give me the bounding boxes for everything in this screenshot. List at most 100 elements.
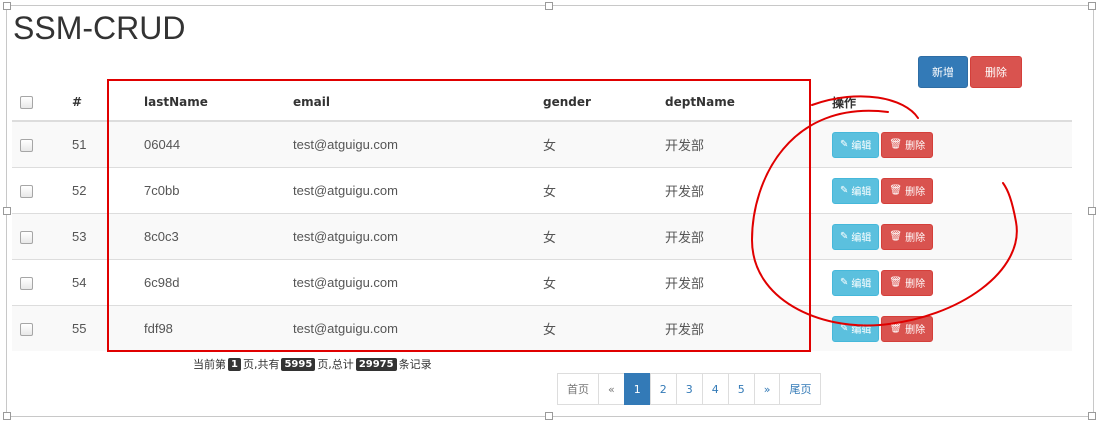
cell-gender: 女 [542,213,664,260]
cell-deptname: 开发部 [664,120,831,168]
pagination-page-3[interactable]: 3 [675,373,703,405]
cell-deptname: 开发部 [664,305,831,351]
cell-id: 54 [71,259,143,306]
remove-button[interactable]: 🗑 删除 [881,223,934,250]
cell-deptname: 开发部 [664,259,831,306]
cell-gender: 女 [542,120,664,168]
page-info: 当前第 1 页,共有 5995 页,总计 29975 条记录 [193,356,432,372]
pencil-icon: ✎ [840,231,849,242]
edit-label: 编辑 [851,141,872,152]
table-row: 55 fdf98 test@atguigu.com 女 开发部 ✎ 编辑 🗑 删除 [12,305,1072,351]
pagination-page-2[interactable]: 2 [649,373,677,405]
table-row: 51 06044 test@atguigu.com 女 开发部 ✎ 编辑 🗑 删除 [12,120,1072,168]
remove-label: 删除 [905,141,926,152]
cell-lastname: 6c98d [143,259,292,306]
cell-gender: 女 [542,167,664,214]
pagination-page-4[interactable]: 4 [701,373,729,405]
cell-deptname: 开发部 [664,213,831,260]
cell-actions: ✎ 编辑 🗑 删除 [831,167,1072,214]
remove-button[interactable]: 🗑 删除 [881,269,934,296]
page-info-suffix: 条记录 [398,358,432,371]
row-checkbox[interactable] [20,139,33,153]
cell-email: test@atguigu.com [292,120,542,168]
table-row: 52 7c0bb test@atguigu.com 女 开发部 ✎ 编辑 🗑 删除 [12,167,1072,214]
trash-icon: 🗑 [889,231,903,242]
cell-email: test@atguigu.com [292,213,542,260]
edit-label: 编辑 [851,233,872,244]
pencil-icon: ✎ [840,277,849,288]
resize-handle[interactable] [3,412,11,420]
remove-button[interactable]: 🗑 删除 [881,315,934,342]
table-row: 53 8c0c3 test@atguigu.com 女 开发部 ✎ 编辑 🗑 删除 [12,213,1072,260]
edit-button[interactable]: ✎ 编辑 [832,315,880,342]
table-row: 54 6c98d test@atguigu.com 女 开发部 ✎ 编辑 🗑 删除 [12,259,1072,306]
page-info-prefix: 当前第 [193,358,226,371]
pagination: 首页 « 1 2 3 4 5 » 尾页 [557,373,822,405]
col-header-gender: gender [542,84,664,122]
col-header-lastname: lastName [143,84,292,122]
edit-button[interactable]: ✎ 编辑 [832,131,880,158]
pagination-page-1[interactable]: 1 [623,373,651,405]
cell-id: 52 [71,167,143,214]
cell-id: 55 [71,305,143,351]
resize-handle[interactable] [545,2,553,10]
cell-id: 51 [71,120,143,168]
resize-handle[interactable] [3,2,11,10]
trash-icon: 🗑 [889,185,903,196]
current-page-badge: 1 [228,357,241,371]
cell-email: test@atguigu.com [292,167,542,214]
edit-button[interactable]: ✎ 编辑 [832,223,880,250]
pagination-prev[interactable]: « [598,373,625,405]
cell-lastname: 06044 [143,120,292,168]
cell-lastname: 7c0bb [143,167,292,214]
edit-button[interactable]: ✎ 编辑 [832,177,880,204]
pagination-next[interactable]: » [753,373,781,405]
trash-icon: 🗑 [889,323,903,334]
page-info-mid1: 页,共有 [242,358,280,371]
edit-button[interactable]: ✎ 编辑 [832,269,880,296]
employee-table: # lastName email gender deptName 操作 51 0… [12,84,1072,351]
trash-icon: 🗑 [889,139,903,150]
col-header-id: # [71,84,143,122]
cell-email: test@atguigu.com [292,259,542,306]
select-all-cell [12,84,71,122]
resize-handle[interactable] [1088,2,1096,10]
remove-button[interactable]: 🗑 删除 [881,131,934,158]
total-pages-badge: 5995 [281,357,316,371]
pencil-icon: ✎ [840,185,849,196]
cell-lastname: fdf98 [143,305,292,351]
trash-icon: 🗑 [889,277,903,288]
pagination-first[interactable]: 首页 [557,373,599,405]
table-header-row: # lastName email gender deptName 操作 [12,84,1072,122]
edit-label: 编辑 [851,279,872,290]
pagination-page-5[interactable]: 5 [727,373,755,405]
select-all-checkbox[interactable] [20,96,33,109]
pencil-icon: ✎ [840,323,849,334]
row-checkbox[interactable] [20,185,33,199]
resize-handle[interactable] [1088,207,1096,215]
remove-label: 删除 [905,233,926,244]
cell-actions: ✎ 编辑 🗑 删除 [831,120,1072,168]
col-header-actions: 操作 [831,84,1072,122]
cell-actions: ✎ 编辑 🗑 删除 [831,259,1072,306]
remove-label: 删除 [905,279,926,290]
cell-lastname: 8c0c3 [143,213,292,260]
edit-label: 编辑 [851,325,872,336]
resize-handle[interactable] [1088,412,1096,420]
row-checkbox[interactable] [20,231,33,245]
cell-id: 53 [71,213,143,260]
row-checkbox[interactable] [20,323,33,337]
cell-gender: 女 [542,259,664,306]
cell-email: test@atguigu.com [292,305,542,351]
total-records-badge: 29975 [355,357,397,371]
row-checkbox[interactable] [20,277,33,291]
cell-actions: ✎ 编辑 🗑 删除 [831,213,1072,260]
resize-handle[interactable] [3,207,11,215]
resize-handle[interactable] [545,412,553,420]
cell-deptname: 开发部 [664,167,831,214]
remove-label: 删除 [905,187,926,198]
pagination-last[interactable]: 尾页 [779,373,822,405]
remove-button[interactable]: 🗑 删除 [881,177,934,204]
col-header-deptname: deptName [664,84,831,122]
cell-actions: ✎ 编辑 🗑 删除 [831,305,1072,351]
